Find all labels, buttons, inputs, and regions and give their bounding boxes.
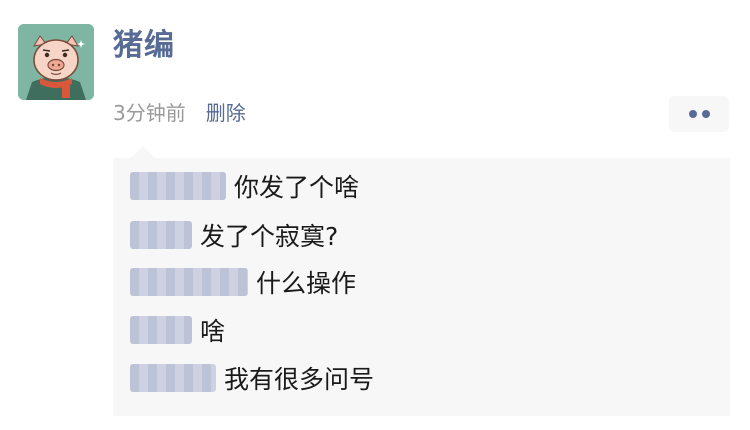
dot-icon: [702, 110, 710, 118]
dot-icon: [689, 110, 697, 118]
comment-text: 什么操作: [256, 269, 357, 298]
post-timestamp: 3分钟前: [113, 100, 186, 125]
comment-item[interactable]: 你发了个啥: [130, 168, 359, 204]
comment-item[interactable]: 啥: [130, 312, 225, 348]
blurred-commenter-name: [130, 221, 192, 249]
comment-text: 你发了个啥: [234, 173, 360, 202]
comment-item[interactable]: 什么操作: [130, 264, 356, 300]
post-meta: 3分钟前 删除: [113, 96, 246, 126]
comment-text: 啥: [200, 317, 226, 346]
delete-link[interactable]: 删除: [206, 97, 246, 126]
blurred-commenter-name: [130, 172, 226, 200]
blurred-commenter-name: [130, 316, 192, 344]
blurred-commenter-name: [130, 268, 248, 296]
comment-item[interactable]: 我有很多问号: [130, 360, 374, 396]
blurred-commenter-name: [130, 364, 216, 392]
moments-post: 猪编 3分钟前 删除 你发了个啥 发了个寂寞? 什么操作 啥 我有很多问号: [0, 0, 750, 430]
comment-box-arrow: [131, 146, 155, 158]
post-author-name[interactable]: 猪编: [113, 26, 175, 66]
comment-item[interactable]: 发了个寂寞?: [130, 217, 338, 253]
pig-avatar-icon[interactable]: [18, 24, 94, 100]
comment-text: 我有很多问号: [224, 365, 375, 394]
comment-text: 发了个寂寞?: [200, 222, 339, 251]
more-dots-icon[interactable]: [669, 96, 729, 132]
